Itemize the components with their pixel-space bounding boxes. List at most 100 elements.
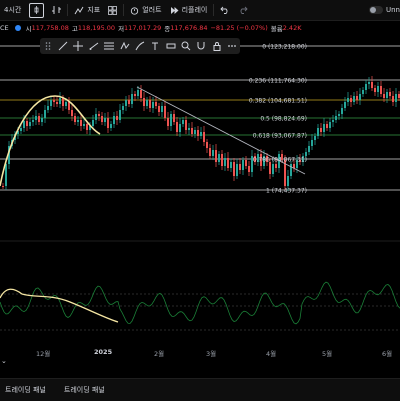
replay-button[interactable]: 리플레이 [166,0,212,20]
candle-body [98,114,100,116]
candle-icon [29,2,45,18]
brush-icon[interactable] [134,40,146,52]
text-tool-icon[interactable] [149,40,161,52]
candle-body [326,124,328,128]
candle-body [65,102,67,106]
candle-body [71,110,73,116]
candle-body [101,116,103,122]
more-icon[interactable] [226,40,238,52]
candle-body [374,88,376,92]
candle-body [146,100,148,106]
candle-body [239,164,241,170]
drawing-toolbar [40,38,240,54]
candle-body [218,154,220,162]
candle-body [140,90,142,98]
chevron-down-icon[interactable]: ⌄ [1,357,7,365]
ray-icon[interactable] [88,40,100,52]
redo-button[interactable] [234,0,252,20]
layout-name[interactable]: Unn [386,6,400,14]
undo-button[interactable] [216,0,234,20]
magnet-icon[interactable] [195,40,207,52]
candle-body [341,108,343,114]
indicator-fx-icon [74,6,84,14]
candle-body [215,150,217,162]
fib-level-label: 0 (123,218.00) [262,43,307,50]
candle-body [329,122,331,128]
candle-body [86,124,88,130]
drag-handle-icon[interactable] [42,40,54,52]
candle-body [272,164,274,174]
tab-trading-panel[interactable]: 트레이딩 패널 [0,385,51,395]
candle-body [116,116,118,120]
candle-body [212,150,214,156]
candle-body [191,128,193,134]
fib-retracement[interactable] [0,45,400,191]
candle-body [59,98,61,104]
low-value: 117,017.29 [124,24,162,32]
candle-body [2,186,4,187]
toolbar-divider [123,4,125,16]
candle-body [224,158,226,166]
fib-level-label: 0.618 (93,067.87) [253,132,307,139]
candle-body [182,120,184,124]
alert-label: 얼러트 [142,6,162,14]
candle-body [110,124,112,128]
candle-body [203,132,205,142]
price-chart[interactable]: 0 (123,218.00) 0.236 (111,764.30) 0.382 (1… [0,36,400,346]
candle-body [245,160,247,166]
candle-body [380,86,382,94]
indicators-button[interactable]: 지표 [70,0,104,20]
candle-body [356,96,358,100]
zoom-icon[interactable] [180,40,192,52]
candle-body [104,118,106,122]
candle-body [74,116,76,122]
tab-label: 트레이딩 패널 [5,386,46,394]
tab-label: 트레이딩 패널 [63,386,105,394]
high-value: 118,195.00 [77,24,116,32]
alarm-clock-icon [131,6,139,15]
candle-body [50,100,52,106]
fib-level-label: 0.5 (98,824.69) [260,115,307,122]
fib-level-labels: 0 (123,218.00) 0.236 (111,764.30) 0.382 (1… [249,43,307,194]
chart-type-button[interactable] [25,0,48,20]
fib-tool-icon[interactable] [103,40,115,52]
candle-body [233,162,235,176]
alert-button[interactable]: 얼러트 [126,0,165,20]
candle-body [308,146,310,152]
tab-trading-panel-2[interactable]: 트레이딩 패널 [59,385,110,395]
candle-body [209,148,211,156]
candle-body [221,154,223,166]
templates-button[interactable] [104,0,121,20]
candle-body [194,130,196,134]
candle-body [389,92,391,96]
candle-body [80,120,82,126]
candle-body [158,106,160,112]
candle-body [29,122,31,126]
toolbar-right: Unn [369,0,400,20]
candle-body [188,128,190,130]
candle-body [293,164,295,168]
market-status-dot [14,25,21,31]
lock-icon[interactable] [211,40,223,52]
replay-label: 리플레이 [181,6,208,14]
bar-style-button[interactable] [48,0,65,20]
candle-body [92,120,94,126]
candle-body [128,100,130,104]
chart-bottom-bar: ⌄ [0,356,400,366]
candle-body [107,118,109,128]
toolbar-divider [67,4,69,16]
layout-toggle[interactable] [369,6,383,14]
redo-icon [240,6,248,14]
fib-level-label: 0.236 (111,764.30) [249,77,307,84]
candle-body [353,96,355,102]
symbol-label[interactable]: CE [0,24,9,32]
trend-tool-icon[interactable] [57,40,69,52]
candle-body [134,94,136,96]
measure-icon[interactable] [165,40,177,52]
crossline-icon[interactable] [72,40,84,52]
interval-button[interactable]: 4시간 [0,0,25,20]
candle-body [395,94,397,102]
candle-body [35,116,37,120]
pattern-icon[interactable] [119,40,131,52]
candle-body [320,128,322,132]
